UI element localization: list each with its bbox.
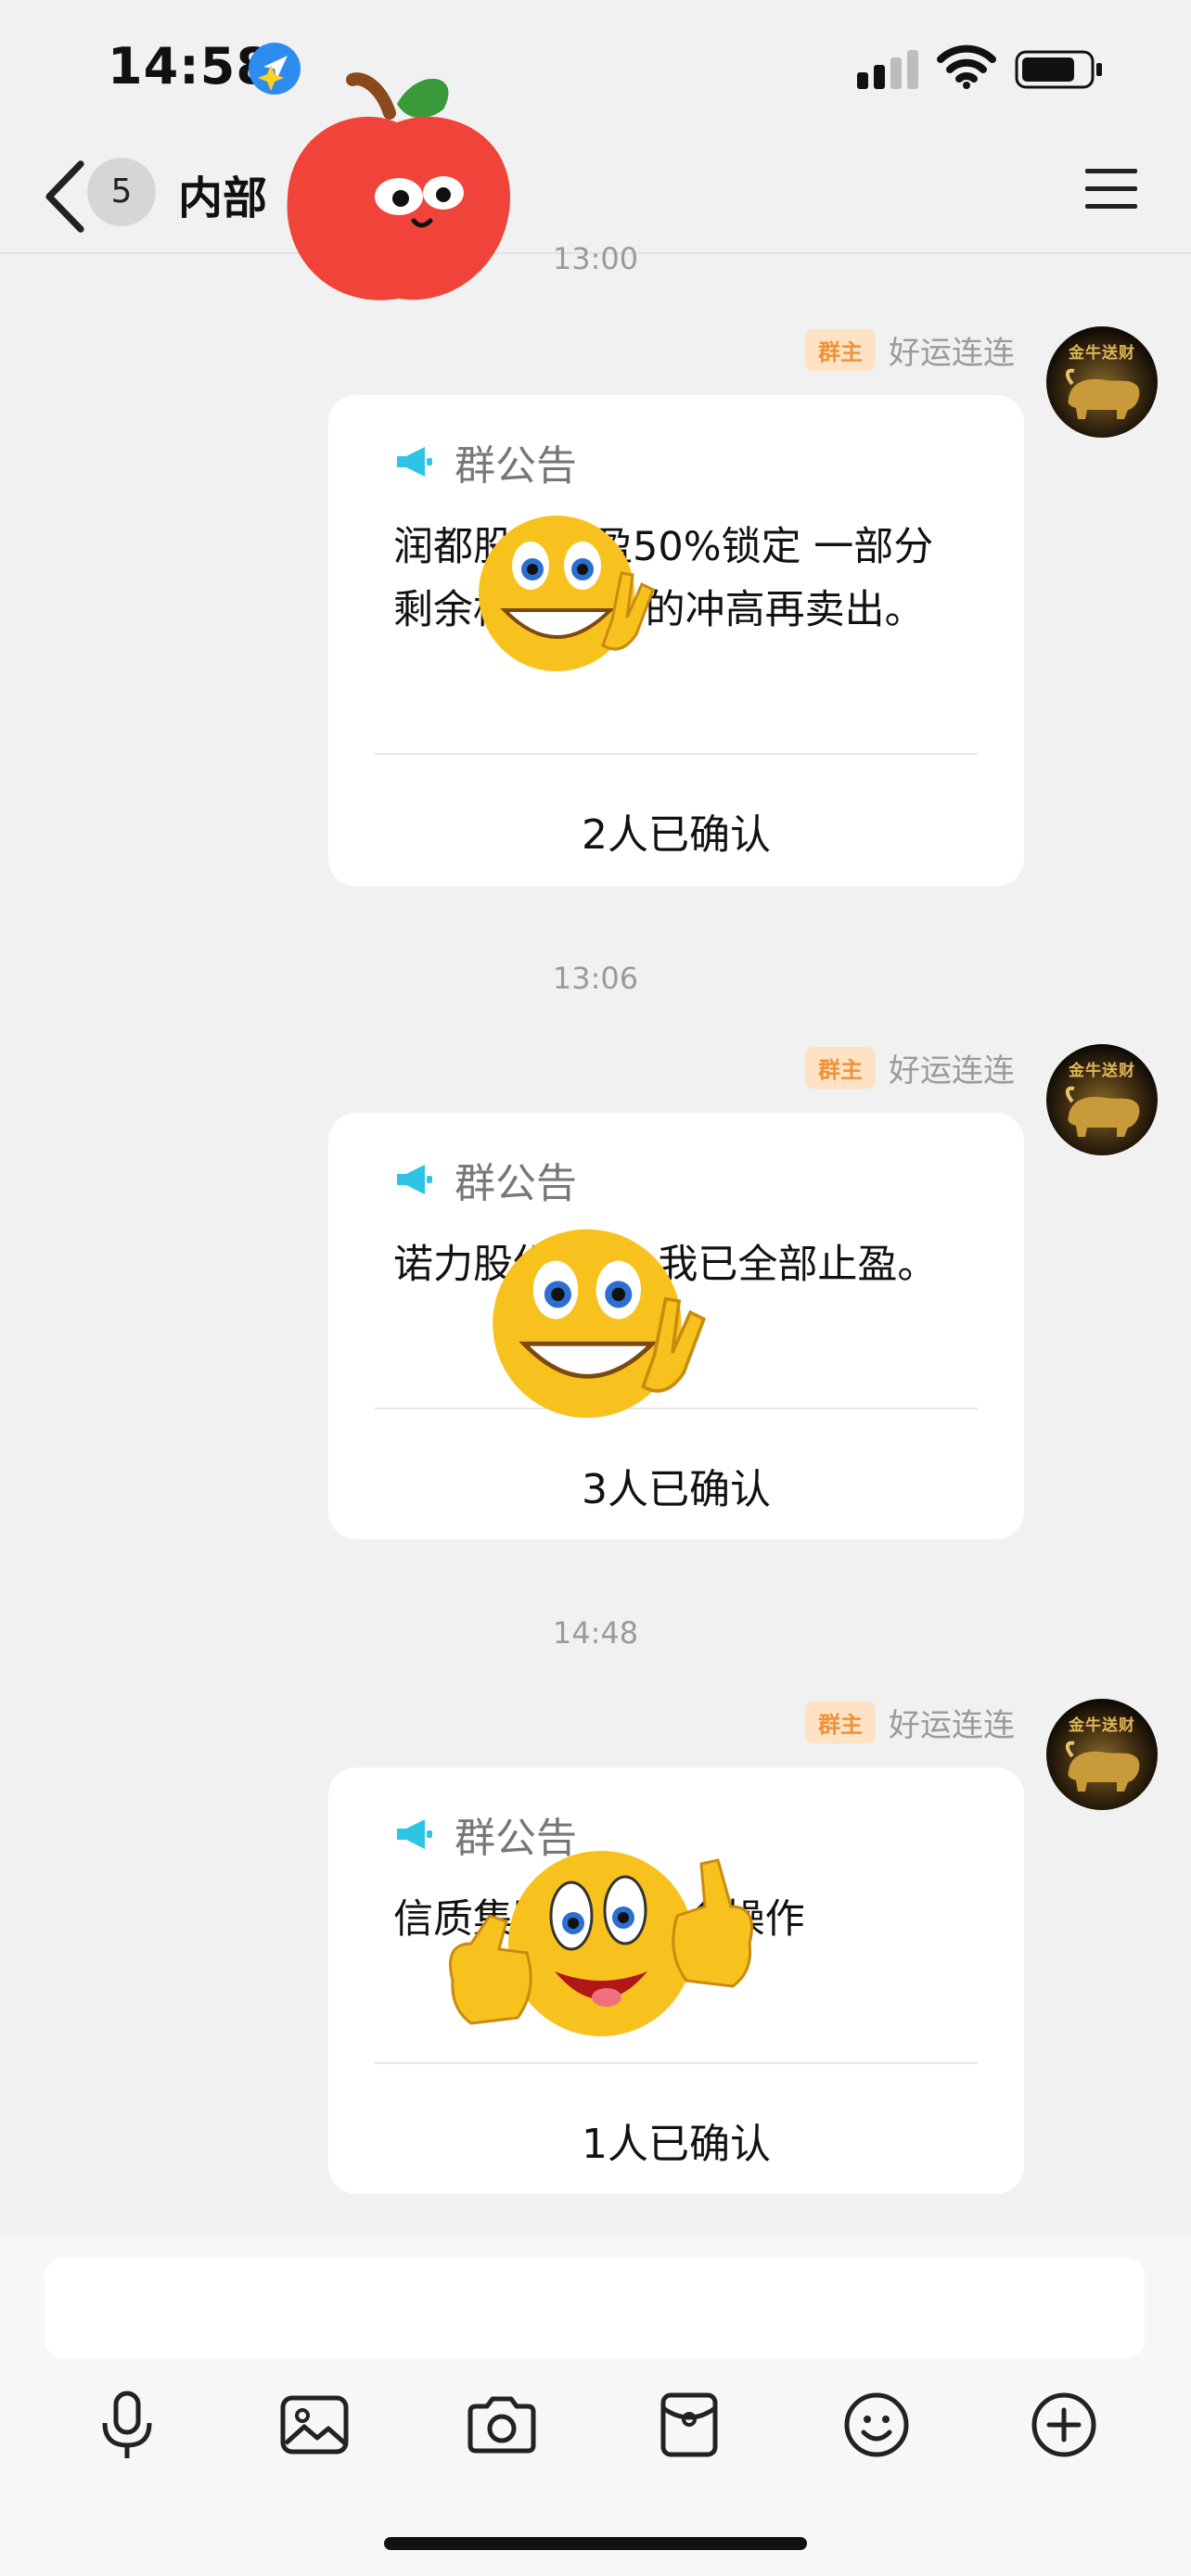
chat-title: 内部 bbox=[178, 172, 268, 224]
sender-line: 群主 好运连连 bbox=[805, 1046, 1015, 1090]
emoji-icon bbox=[844, 2392, 909, 2457]
megaphone-icon bbox=[397, 1819, 432, 1849]
golden-bull-icon bbox=[1066, 1086, 1140, 1137]
sender-avatar[interactable]: 金牛送财 bbox=[1046, 326, 1158, 438]
sender-name: 好运连连 bbox=[889, 334, 1015, 372]
sender-avatar[interactable]: 金牛送财 bbox=[1046, 1044, 1158, 1155]
wifi-icon bbox=[937, 45, 996, 89]
avatar-caption: 金牛送财 bbox=[1069, 1716, 1135, 1735]
battery-icon bbox=[1015, 50, 1102, 89]
confirm-count[interactable]: 1人已确认 bbox=[328, 2111, 1024, 2170]
golden-bull-icon bbox=[1066, 368, 1140, 419]
image-icon bbox=[280, 2395, 349, 2455]
sender-avatar[interactable]: 金牛送财 bbox=[1046, 1699, 1158, 1810]
red-packet-button[interactable] bbox=[647, 2383, 731, 2467]
status-bar: 14:58 bbox=[0, 0, 1191, 139]
input-area bbox=[0, 2235, 1191, 2576]
owner-badge: 群主 bbox=[805, 1701, 876, 1743]
menu-icon[interactable] bbox=[1085, 167, 1137, 211]
cellular-signal-icon bbox=[857, 50, 918, 89]
mic-icon bbox=[102, 2391, 152, 2458]
unread-count-badge[interactable]: 5 bbox=[87, 158, 156, 226]
card-title: 群公告 bbox=[455, 442, 577, 490]
card-title: 群公告 bbox=[455, 1160, 577, 1207]
confirm-count[interactable]: 2人已确认 bbox=[328, 801, 1024, 861]
voice-button[interactable] bbox=[85, 2383, 169, 2467]
card-header: 群公告 bbox=[393, 1150, 577, 1209]
avatar-caption: 金牛送财 bbox=[1069, 1062, 1135, 1080]
megaphone-icon bbox=[397, 1165, 432, 1194]
red-packet-icon bbox=[660, 2392, 718, 2457]
owner-badge: 群主 bbox=[805, 1046, 876, 1089]
back-chevron-icon[interactable] bbox=[37, 159, 93, 234]
message-input[interactable] bbox=[45, 2257, 1145, 2359]
card-header: 群公告 bbox=[393, 432, 577, 491]
message-timestamp: 14:48 bbox=[552, 1615, 639, 1651]
card-divider bbox=[375, 2062, 978, 2064]
sender-name: 好运连连 bbox=[889, 1052, 1015, 1090]
megaphone-icon bbox=[397, 447, 432, 477]
sender-name: 好运连连 bbox=[889, 1706, 1015, 1744]
image-button[interactable] bbox=[273, 2383, 356, 2467]
avatar-caption: 金牛送财 bbox=[1069, 344, 1135, 363]
grinning-victory-emoji-sticker bbox=[479, 516, 655, 671]
grinning-victory-emoji-sticker bbox=[493, 1229, 707, 1419]
card-divider bbox=[375, 753, 978, 755]
home-indicator[interactable] bbox=[384, 2537, 807, 2550]
sender-line: 群主 好运连连 bbox=[805, 1701, 1015, 1744]
message-timestamp: 13:06 bbox=[552, 961, 639, 996]
emoji-button[interactable] bbox=[835, 2383, 918, 2467]
sender-line: 群主 好运连连 bbox=[805, 328, 1015, 372]
apple-sticker bbox=[287, 72, 510, 300]
message-timestamp: 13:00 bbox=[552, 241, 639, 276]
plus-icon bbox=[1031, 2392, 1096, 2457]
confirm-count[interactable]: 3人已确认 bbox=[328, 1456, 1024, 1515]
thumbs-up-emoji-sticker bbox=[449, 1851, 753, 2036]
camera-button[interactable] bbox=[460, 2383, 544, 2467]
camera-icon bbox=[467, 2396, 536, 2454]
more-button[interactable] bbox=[1022, 2383, 1106, 2467]
golden-bull-icon bbox=[1066, 1741, 1140, 1792]
announcement-card[interactable]: 群公告 润都股份止盈50%锁定 一部分 剩余格局一下 的冲高再卖出。 2人已确认 bbox=[328, 395, 1024, 886]
owner-badge: 群主 bbox=[805, 328, 876, 371]
